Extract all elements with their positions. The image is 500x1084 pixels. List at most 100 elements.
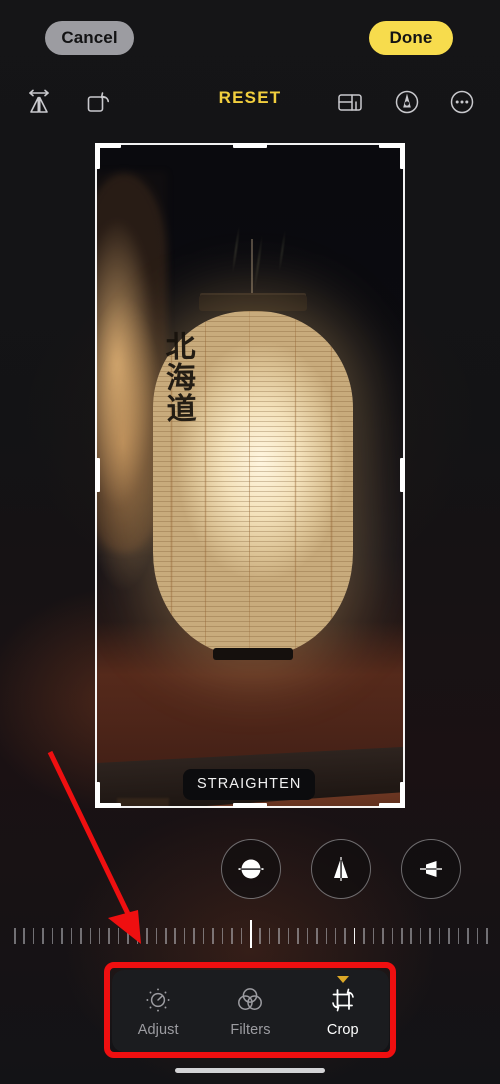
ruler-tick bbox=[259, 928, 261, 944]
crop-handle-left-center[interactable] bbox=[95, 458, 100, 492]
rotation-ruler[interactable] bbox=[0, 920, 500, 954]
straighten-button[interactable] bbox=[221, 839, 281, 899]
ruler-tick bbox=[80, 928, 82, 944]
lantern-cap bbox=[199, 295, 307, 311]
more-options-icon[interactable] bbox=[440, 80, 484, 124]
crop-handle-top-center[interactable] bbox=[233, 143, 267, 148]
ruler-tick bbox=[51, 928, 54, 944]
ruler-tick bbox=[240, 928, 243, 944]
mode-item-filters[interactable]: Filters bbox=[204, 970, 296, 1052]
photo-image: 北海道 bbox=[95, 143, 405, 808]
edit-mode-bar: Adjust Filters Crop bbox=[112, 970, 389, 1052]
ruler-tick bbox=[401, 928, 403, 944]
ruler-tick bbox=[42, 928, 44, 944]
ruler-tick bbox=[14, 928, 16, 944]
ruler-tick bbox=[363, 928, 365, 944]
ruler-tick bbox=[155, 928, 158, 944]
crop-handle-top-right[interactable] bbox=[400, 143, 405, 169]
cancel-button-label: Cancel bbox=[61, 28, 118, 47]
vertical-perspective-icon bbox=[334, 857, 348, 881]
ruler-tick bbox=[344, 928, 346, 944]
ruler-tick bbox=[221, 928, 224, 944]
ruler-tick bbox=[306, 928, 309, 944]
ruler-tick bbox=[297, 928, 299, 944]
home-indicator bbox=[175, 1068, 325, 1073]
ruler-tick bbox=[202, 928, 205, 944]
crop-handle-top-left[interactable] bbox=[95, 143, 100, 169]
ruler-tick bbox=[372, 928, 375, 944]
ruler-tick bbox=[136, 928, 139, 944]
ruler-tick bbox=[268, 928, 271, 944]
horizontal-perspective-button[interactable] bbox=[401, 839, 461, 899]
lantern-wire bbox=[251, 239, 253, 297]
cancel-button[interactable]: Cancel bbox=[45, 21, 134, 55]
ruler-tick bbox=[61, 928, 63, 944]
ruler-tick bbox=[448, 928, 450, 944]
ruler-tick bbox=[127, 928, 129, 944]
lantern-kanji-text: 北海道 bbox=[165, 329, 197, 428]
ruler-tick bbox=[429, 928, 431, 944]
mode-item-adjust[interactable]: Adjust bbox=[112, 970, 204, 1052]
crop-tool-row: RESET bbox=[0, 80, 500, 128]
ruler-tick bbox=[486, 928, 488, 944]
ruler-tick bbox=[476, 928, 479, 944]
straighten-badge: STRAIGHTEN bbox=[183, 769, 316, 800]
ruler-tick bbox=[287, 928, 290, 944]
crop-handle-bottom-center[interactable] bbox=[233, 803, 267, 808]
ruler-tick bbox=[89, 928, 92, 944]
ruler-tick bbox=[325, 928, 328, 944]
ruler-tick bbox=[278, 928, 280, 944]
reset-button[interactable]: RESET bbox=[204, 88, 296, 108]
ruler-tick bbox=[419, 928, 422, 944]
ruler-tick bbox=[457, 928, 460, 944]
reset-button-label: RESET bbox=[218, 88, 282, 107]
filters-circles-icon bbox=[238, 988, 263, 1010]
crop-handle-right-center[interactable] bbox=[400, 458, 405, 492]
ruler-tick bbox=[108, 928, 110, 944]
done-button-label: Done bbox=[389, 28, 433, 47]
ruler-tick bbox=[32, 928, 35, 944]
ruler-tick bbox=[146, 928, 148, 944]
lantern-base bbox=[213, 648, 293, 660]
ruler-tick bbox=[117, 928, 120, 944]
vertical-perspective-button[interactable] bbox=[311, 839, 371, 899]
ruler-tick bbox=[316, 928, 318, 944]
flip-horizontal-icon[interactable] bbox=[17, 80, 61, 124]
photo-canvas[interactable]: 北海道 bbox=[95, 143, 405, 808]
crop-handle-bottom-left[interactable] bbox=[95, 782, 100, 808]
ruler-tick bbox=[391, 928, 394, 944]
ruler-tick bbox=[382, 928, 384, 944]
ruler-tick bbox=[174, 928, 176, 944]
straighten-badge-label: STRAIGHTEN bbox=[197, 776, 302, 792]
ruler-tick bbox=[212, 928, 214, 944]
mode-item-adjust-label: Adjust bbox=[137, 1022, 179, 1038]
ruler-tick bbox=[23, 928, 25, 944]
rotate-icon[interactable] bbox=[76, 80, 120, 124]
ruler-tick bbox=[193, 928, 195, 944]
horizontal-perspective-icon bbox=[420, 861, 442, 877]
mode-item-filters-label: Filters bbox=[230, 1022, 271, 1038]
ruler-tick bbox=[467, 928, 469, 944]
mode-item-crop[interactable]: Crop bbox=[297, 970, 389, 1052]
done-button[interactable]: Done bbox=[369, 21, 453, 55]
crop-handle-bottom-right[interactable] bbox=[400, 782, 405, 808]
auto-perspective-icon[interactable] bbox=[385, 80, 429, 124]
crop-rotate-icon bbox=[332, 988, 354, 1012]
ruler-tick bbox=[165, 928, 167, 944]
ruler-tick bbox=[334, 928, 337, 944]
ruler-tick bbox=[410, 928, 412, 944]
ruler-tick bbox=[98, 928, 101, 944]
ruler-tick bbox=[438, 928, 441, 944]
ruler-tick bbox=[183, 928, 186, 944]
ruler-tick bbox=[231, 928, 233, 944]
photo-small-lamp bbox=[117, 798, 169, 808]
aspect-ratio-icon[interactable] bbox=[328, 80, 372, 124]
ruler-tick bbox=[70, 928, 73, 944]
straighten-icon bbox=[238, 859, 264, 879]
ruler-tick bbox=[353, 928, 356, 944]
ruler-center-tick bbox=[250, 920, 252, 948]
top-bar: Cancel Done bbox=[0, 0, 500, 76]
adjust-dial-icon bbox=[146, 988, 170, 1012]
photo-editor-screen: Cancel Done RESET 北海道 STRAIGHTEN Adjust … bbox=[0, 0, 500, 1084]
mode-item-crop-label: Crop bbox=[326, 1022, 359, 1038]
